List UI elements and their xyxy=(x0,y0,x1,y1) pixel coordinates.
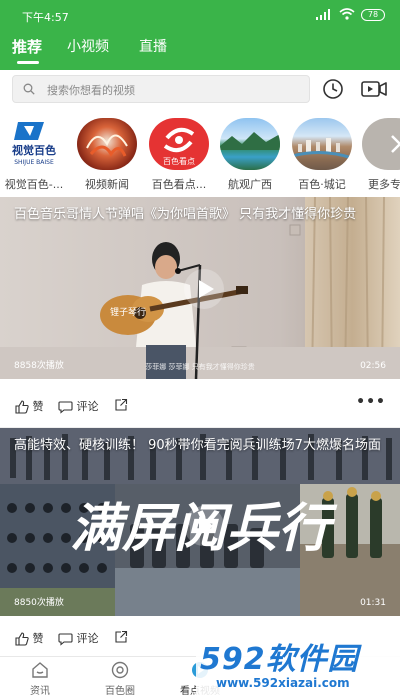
signal-icon xyxy=(316,9,332,20)
video-camera-icon[interactable] xyxy=(360,79,388,99)
status-bar: 下午4:57 78 xyxy=(0,0,400,30)
share-button[interactable] xyxy=(114,630,128,644)
watermark-brand: 592软件园 xyxy=(200,642,359,677)
top-header: 下午4:57 78 推荐 小视频 直播 xyxy=(0,0,400,70)
play-count: 8850次播放 xyxy=(14,598,64,608)
video-card-1[interactable]: 锂子琴行 莎菲娜 莎菲娜 只有我才懂得你珍贵 百色音乐哥情人节弹唱《为你唱首歌》… xyxy=(0,197,400,379)
like-label: 赞 xyxy=(32,400,44,413)
like-button[interactable]: 赞 xyxy=(15,630,44,646)
tab-live[interactable]: 直播 xyxy=(139,36,167,66)
comment-icon xyxy=(58,401,73,414)
channel-list: 视觉百色 SHIJUE BAISE 视觉百色-... 视频新闻 百色看点 百色看… xyxy=(0,110,400,195)
like-label: 赞 xyxy=(32,632,44,645)
channel-label: 百色·城记 xyxy=(298,178,346,191)
home-icon xyxy=(32,662,48,678)
svg-text:锂子琴行: 锂子琴行 xyxy=(110,306,146,318)
circle-icon xyxy=(111,661,129,679)
svg-text:视觉百色: 视觉百色 xyxy=(12,143,56,157)
play-button[interactable] xyxy=(184,269,224,309)
nav-label: 百色圈 xyxy=(105,686,135,697)
svg-text:莎菲娜 莎菲娜 只有我才懂得你珍贵: 莎菲娜 莎菲娜 只有我才懂得你珍贵 xyxy=(145,362,254,371)
channel-label: 更多专 xyxy=(368,178,400,191)
watermark-url: www.592xiazai.com xyxy=(216,676,350,690)
more-options-icon[interactable]: ••• xyxy=(356,394,386,410)
play-button[interactable] xyxy=(184,506,224,546)
channel-label: 百色看点... xyxy=(151,178,207,191)
search-input[interactable]: 搜索你想看的视频 xyxy=(12,75,310,103)
video-card-2[interactable]: 满屏阅兵行 高能特效、硬核训练！ 90秒带你看完阅兵训练场7大燃爆名场面 885… xyxy=(0,428,400,616)
comment-button[interactable]: 评论 xyxy=(58,630,99,646)
channel-thumbnail xyxy=(292,118,352,170)
video-title: 百色音乐哥情人节弹唱《为你唱首歌》 只有我才懂得你珍贵 xyxy=(14,207,357,222)
site-watermark: 592软件园 www.592xiazai.com xyxy=(196,628,400,700)
search-placeholder: 搜索你想看的视频 xyxy=(47,84,135,97)
share-icon xyxy=(115,630,128,643)
thumbs-up-icon xyxy=(15,632,29,646)
video-duration: 01:31 xyxy=(360,598,386,608)
comment-label: 评论 xyxy=(76,632,99,645)
search-icon xyxy=(23,83,35,95)
comment-button[interactable]: 评论 xyxy=(58,398,99,414)
wifi-icon xyxy=(339,8,355,20)
play-icon xyxy=(199,280,214,298)
battery-indicator: 78 xyxy=(361,9,385,21)
status-time: 下午4:57 xyxy=(22,11,69,24)
shijue-baise-logo: 视觉百色 SHIJUE BAISE xyxy=(12,122,56,166)
channel-thumbnail xyxy=(77,118,137,170)
top-tabs: 推荐 小视频 直播 xyxy=(0,36,400,66)
nav-label: 资讯 xyxy=(30,686,50,697)
history-clock-icon[interactable] xyxy=(322,78,344,100)
video-actions-1: 赞 评论 ••• xyxy=(0,384,400,428)
tab-short-video[interactable]: 小视频 xyxy=(67,36,109,66)
thumbs-up-icon xyxy=(15,400,29,414)
channel-logo: 百色看点 xyxy=(149,118,209,170)
share-icon xyxy=(115,398,128,411)
svg-text:百色看点: 百色看点 xyxy=(163,156,195,166)
channel-thumbnail xyxy=(362,118,400,170)
channel-thumbnail xyxy=(220,118,280,170)
comment-label: 评论 xyxy=(76,400,99,413)
active-tab-indicator xyxy=(17,61,39,64)
chevron-right-icon xyxy=(391,135,400,153)
channel-label: 航观广西 xyxy=(228,178,272,191)
video-duration: 02:56 xyxy=(360,361,386,371)
nav-item-baise-circle[interactable]: 百色圈 xyxy=(90,660,150,697)
play-count: 8858次播放 xyxy=(14,361,64,371)
nav-item-news[interactable]: 资讯 xyxy=(10,660,70,697)
search-row: 搜索你想看的视频 xyxy=(0,70,400,110)
play-icon xyxy=(199,517,214,535)
share-button[interactable] xyxy=(114,398,128,412)
channel-label: 视觉百色-... xyxy=(4,178,64,191)
video-title: 高能特效、硬核训练！ 90秒带你看完阅兵训练场7大燃爆名场面 xyxy=(14,438,381,453)
like-button[interactable]: 赞 xyxy=(15,398,44,414)
comment-icon xyxy=(58,633,73,646)
channel-label: 视频新闻 xyxy=(85,178,129,191)
channel-logo: 视觉百色 SHIJUE BAISE xyxy=(4,118,64,170)
baise-kandian-logo: 百色看点 xyxy=(163,127,195,166)
svg-text:SHIJUE BAISE: SHIJUE BAISE xyxy=(14,159,54,166)
